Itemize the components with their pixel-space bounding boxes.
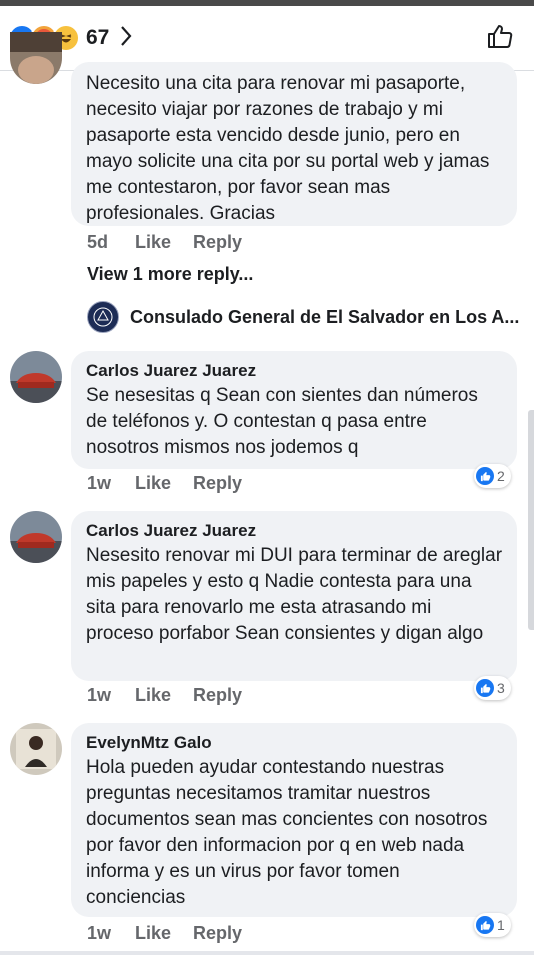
comment-bubble: Necesito una cita para renovar mi pasapo… — [71, 62, 517, 226]
comment-text: Necesito una cita para renovar mi pasapo… — [86, 73, 490, 224]
reaction-badge[interactable]: 3 — [474, 676, 511, 700]
avatar[interactable] — [10, 32, 62, 84]
comment-author[interactable]: Carlos Juarez Juarez — [86, 359, 503, 383]
reply-button[interactable]: Reply — [193, 473, 242, 494]
like-icon — [476, 467, 494, 485]
view-more-replies-link[interactable]: View 1 more reply... — [87, 264, 253, 285]
scroll-handle[interactable] — [528, 410, 534, 630]
comment-time[interactable]: 1w — [87, 685, 135, 706]
comment-author[interactable]: EvelynMtz Galo — [86, 731, 503, 755]
like-button[interactable]: Like — [135, 685, 171, 706]
comment-text: Nesesito renovar mi DUI para terminar de… — [86, 545, 503, 644]
chevron-right-icon[interactable] — [119, 25, 133, 52]
comment-actions: 1w Like Reply — [87, 685, 264, 706]
like-icon — [476, 679, 494, 697]
reply-button[interactable]: Reply — [193, 232, 242, 253]
reaction-badge-count: 3 — [497, 680, 505, 696]
comment-bubble: Carlos Juarez Juarez Se nesesitas q Sean… — [71, 351, 517, 469]
comment-author[interactable]: Carlos Juarez Juarez — [86, 519, 503, 543]
comment-time[interactable]: 5d — [87, 232, 135, 253]
comment-text: Se nesesitas q Sean con sientes dan núme… — [86, 385, 478, 458]
reaction-badge-count: 2 — [497, 468, 505, 484]
reply-button[interactable]: Reply — [193, 923, 242, 944]
reaction-badge-count: 1 — [497, 917, 505, 933]
comment-time[interactable]: 1w — [87, 923, 135, 944]
comment-bubble: Carlos Juarez Juarez Nesesito renovar mi… — [71, 511, 517, 681]
comment-time[interactable]: 1w — [87, 473, 135, 494]
avatar[interactable] — [10, 511, 62, 563]
page-reply-preview[interactable]: Consulado General de El Salvador en Los … — [87, 301, 519, 333]
comment-actions: 5d Like Reply — [87, 232, 264, 253]
status-strip — [0, 0, 534, 6]
avatar[interactable] — [10, 351, 62, 403]
reaction-badge[interactable]: 2 — [474, 464, 511, 488]
reply-button[interactable]: Reply — [193, 685, 242, 706]
like-button[interactable]: Like — [135, 232, 171, 253]
reactions-header: 67 — [0, 0, 534, 71]
comment-text: Hola pueden ayudar contestando nuestras … — [86, 757, 488, 908]
reaction-badge[interactable]: 1 — [474, 913, 511, 937]
comment-bubble: EvelynMtz Galo Hola pueden ayudar contes… — [71, 723, 517, 917]
like-button[interactable]: Like — [135, 923, 171, 944]
comment-actions: 1w Like Reply — [87, 473, 264, 494]
like-button[interactable]: Like — [135, 473, 171, 494]
consulate-seal-icon — [87, 301, 119, 333]
bottom-divider — [0, 951, 534, 955]
like-icon — [476, 916, 494, 934]
like-outline-icon[interactable] — [486, 22, 514, 55]
reaction-count: 67 — [86, 26, 110, 49]
comment-actions: 1w Like Reply — [87, 923, 264, 944]
page-name[interactable]: Consulado General de El Salvador en Los … — [130, 307, 519, 328]
avatar[interactable] — [10, 723, 62, 775]
